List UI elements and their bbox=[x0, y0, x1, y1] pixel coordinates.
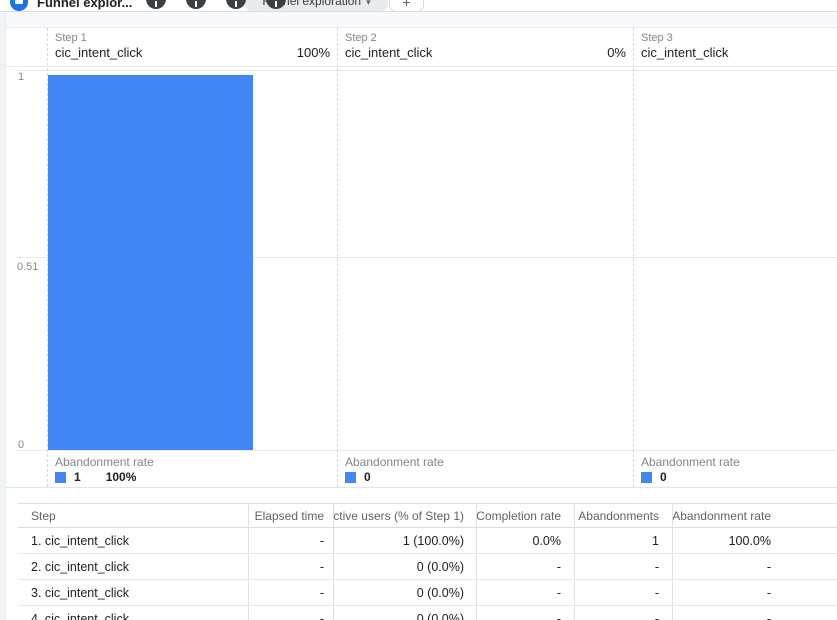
cell-abandonments: - bbox=[575, 580, 673, 605]
abandonment-rate-label: Abandonment rate bbox=[55, 455, 154, 469]
cell-abandonment-rate: - bbox=[766, 559, 771, 574]
walkthrough-badge-icon[interactable] bbox=[226, 0, 246, 9]
step-2-header: Step 2 cic_intent_click 0% bbox=[337, 28, 633, 66]
badge-glyph bbox=[235, 1, 237, 7]
badge-glyph bbox=[195, 1, 197, 7]
chevron-down-icon: ▾ bbox=[366, 0, 371, 7]
col-header-elapsed-time: Elapsed time bbox=[249, 504, 334, 527]
funnel-bar-step-1[interactable] bbox=[48, 75, 253, 450]
cell-active-users: 1 (100.0%) bbox=[334, 528, 477, 553]
cell-completion-rate: - bbox=[477, 606, 575, 620]
badge-glyph bbox=[155, 1, 157, 7]
abandonment-count: 0 bbox=[660, 470, 667, 484]
cell-completion-rate: 0.0% bbox=[477, 528, 575, 553]
cell-active-users: 0 (0.0%) bbox=[334, 606, 477, 620]
col-header-abandonments: Abandonments bbox=[575, 504, 673, 527]
table-row: 1. cic_intent_click - 1 (100.0%) 0.0% 1 … bbox=[18, 528, 837, 554]
cell-elapsed-time: - bbox=[249, 580, 334, 605]
cell-completion-rate: - bbox=[477, 554, 575, 579]
cell-abandonment-rate: - bbox=[766, 585, 771, 600]
cell-elapsed-time: - bbox=[249, 528, 334, 553]
abandonment-count: 1 bbox=[74, 470, 81, 484]
funnel-steps-table: Step Elapsed time Active users (% of Ste… bbox=[18, 503, 837, 620]
canvas-gap-band bbox=[0, 12, 837, 27]
abandonment-legend-step-3: Abandonment rate 0 bbox=[633, 450, 837, 487]
cell-step: 2. cic_intent_click bbox=[18, 554, 249, 579]
table-header-row: Step Elapsed time Active users (% of Ste… bbox=[18, 504, 837, 528]
step-event-name: cic_intent_click bbox=[641, 45, 729, 60]
step-completion-pct: 100% bbox=[296, 45, 330, 60]
cell-active-users: 0 (0.0%) bbox=[334, 580, 477, 605]
table-row: 2. cic_intent_click - 0 (0.0%) - - - bbox=[18, 554, 837, 580]
legend-swatch bbox=[55, 471, 66, 483]
abandonment-rate-label: Abandonment rate bbox=[345, 455, 444, 469]
step-number-label: Step 2 bbox=[345, 32, 377, 44]
legend-swatch bbox=[641, 471, 652, 483]
table-row: 3. cic_intent_click - 0 (0.0%) - - - bbox=[18, 580, 837, 606]
abandonment-legend-step-2: Abandonment rate 0 bbox=[337, 450, 633, 487]
step-divider bbox=[47, 28, 48, 487]
cell-step: 1. cic_intent_click bbox=[18, 528, 249, 553]
exploration-doc-icon bbox=[10, 0, 28, 11]
step-event-name: cic_intent_click bbox=[55, 45, 143, 60]
cell-elapsed-time: - bbox=[249, 606, 334, 620]
table-row: 4. cic_intent_click - 0 (0.0%) - - - bbox=[18, 606, 837, 620]
walkthrough-badge-icon[interactable] bbox=[186, 0, 206, 9]
abandonment-rate-label: Abandonment rate bbox=[641, 455, 740, 469]
walkthrough-badge-icon[interactable] bbox=[146, 0, 166, 9]
badge-glyph bbox=[275, 1, 277, 7]
cell-elapsed-time: - bbox=[249, 554, 334, 579]
y-axis-tick: 0.51 bbox=[17, 261, 39, 273]
plus-icon: + bbox=[402, 0, 411, 10]
cell-completion-rate: - bbox=[477, 580, 575, 605]
step-event-name: cic_intent_click bbox=[345, 45, 433, 60]
col-header-completion-rate: Completion rate bbox=[477, 504, 575, 527]
gridline-1 bbox=[17, 70, 837, 71]
left-panel-edge bbox=[0, 12, 6, 620]
legend-swatch bbox=[345, 471, 356, 483]
step-1-header: Step 1 cic_intent_click 100% bbox=[47, 28, 337, 66]
cell-active-users: 0 (0.0%) bbox=[334, 554, 477, 579]
cell-abandonment-rate: - bbox=[766, 611, 771, 620]
y-axis-tick: 0 bbox=[18, 439, 25, 451]
y-axis-tick: 1 bbox=[18, 71, 25, 83]
cell-abandonments: - bbox=[575, 554, 673, 579]
cell-step: 3. cic_intent_click bbox=[18, 580, 249, 605]
cell-abandonments: 1 bbox=[575, 528, 673, 553]
abandonment-count: 0 bbox=[364, 470, 371, 484]
exploration-title[interactable]: Funnel explor... bbox=[37, 0, 132, 10]
abandonment-legend-step-1: Abandonment rate 1 100% bbox=[47, 450, 337, 487]
card-bottom-border bbox=[6, 487, 837, 488]
step-header-border bbox=[6, 66, 837, 67]
step-number-label: Step 1 bbox=[55, 32, 87, 44]
funnel-exploration-page: Funnel explor... Funnel exploration ▾ + … bbox=[0, 0, 837, 620]
step-divider bbox=[337, 28, 338, 487]
step-number-label: Step 3 bbox=[641, 32, 673, 44]
step-divider bbox=[633, 28, 634, 487]
col-header-abandonment-rate: Abandonment rate bbox=[673, 508, 771, 523]
abandonment-pct: 100% bbox=[105, 470, 137, 484]
step-completion-pct: 0% bbox=[607, 45, 626, 60]
cell-abandonment-rate: 100.0% bbox=[728, 533, 771, 548]
col-header-active-users: Active users (% of Step 1) bbox=[334, 504, 477, 527]
step-3-header: Step 3 cic_intent_click bbox=[633, 28, 837, 66]
add-tab-button[interactable]: + bbox=[389, 0, 424, 12]
cell-abandonments: - bbox=[575, 606, 673, 620]
cell-step: 4. cic_intent_click bbox=[18, 606, 249, 620]
doc-icon-glyph bbox=[15, 0, 23, 4]
col-header-step: Step bbox=[18, 504, 249, 527]
